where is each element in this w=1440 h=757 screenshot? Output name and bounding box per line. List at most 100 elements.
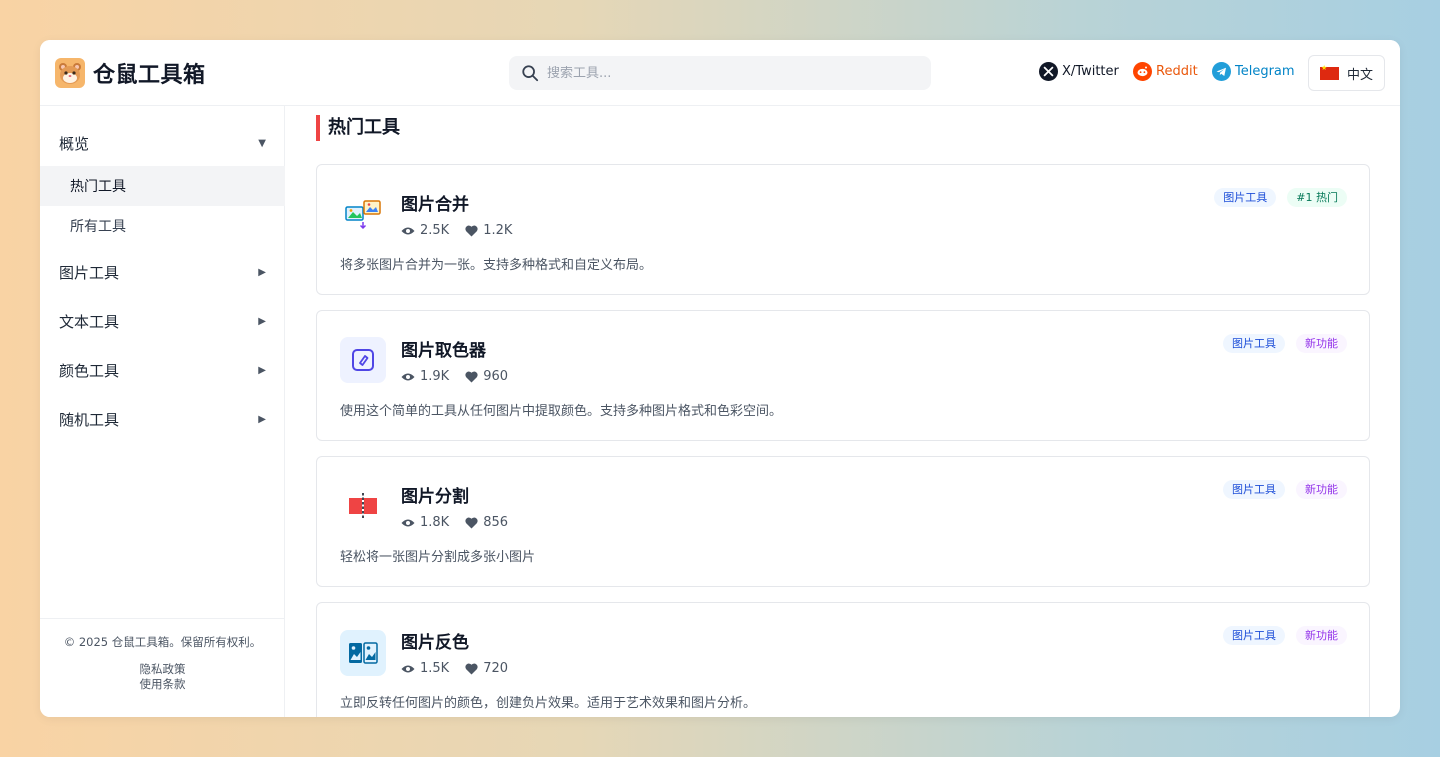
telegram-label: Telegram	[1235, 64, 1295, 79]
new-feature-badge: 新功能	[1296, 334, 1347, 353]
search-icon	[522, 65, 539, 82]
sidebar-item-hot-tools[interactable]: 热门工具	[40, 166, 285, 206]
search-bar	[509, 56, 931, 90]
sidebar-item-label: 随机工具	[59, 410, 120, 429]
tool-description: 使用这个简单的工具从任何图片中提取颜色。支持多种图片格式和色彩空间。	[340, 404, 783, 419]
search-input[interactable]	[547, 65, 907, 81]
heart-icon	[465, 517, 478, 528]
category-tag[interactable]: 图片工具	[1214, 188, 1277, 207]
tool-card-image-invert[interactable]: 图片反色 1.5K 720 立即反转任何图片的颜色，创建负片效果。适用于艺术效果…	[316, 602, 1370, 717]
sidebar-footer: © 2025 仓鼠工具箱。保留所有权利。 隐私政策 使用条款	[40, 618, 285, 692]
tool-title: 图片反色	[401, 633, 469, 653]
sidebar-item-image-tools[interactable]: 图片工具 ▶	[40, 252, 285, 292]
china-flag-icon	[1319, 64, 1339, 80]
views-stat: 2.5K	[401, 223, 449, 238]
reddit-label: Reddit	[1156, 64, 1198, 79]
tool-title: 图片分割	[401, 487, 469, 507]
tool-title: 图片合并	[401, 195, 469, 215]
tool-card-color-picker[interactable]: 图片取色器 1.9K 960 使用这个简单的工具从任何图片中提取颜色。支持多种图…	[316, 310, 1370, 441]
caret-right-icon: ▶	[258, 364, 266, 376]
heart-icon	[465, 663, 478, 674]
likes-stat: 856	[465, 515, 508, 530]
sidebar-item-overview[interactable]: 概览 ▼	[40, 123, 285, 163]
section-title: 热门工具	[316, 115, 400, 141]
heart-icon	[465, 225, 478, 236]
views-stat: 1.8K	[401, 515, 449, 530]
eye-icon	[401, 519, 415, 526]
likes-count: 960	[483, 369, 509, 384]
sidebar-item-random-tools[interactable]: 随机工具 ▶	[40, 399, 285, 439]
terms-link[interactable]: 使用条款	[40, 677, 285, 692]
app-window: 仓鼠工具箱 X/Twitter Reddit Telegram	[40, 40, 1400, 717]
header: 仓鼠工具箱 X/Twitter Reddit Telegram	[40, 40, 1400, 106]
sidebar-item-label: 文本工具	[59, 312, 120, 331]
tool-tags: 图片工具 新功能	[1212, 334, 1347, 353]
tool-stats: 1.9K 960	[401, 369, 524, 384]
likes-count: 856	[483, 515, 509, 530]
image-invert-icon	[340, 630, 386, 676]
views-count: 1.9K	[420, 369, 450, 384]
logo[interactable]: 仓鼠工具箱	[55, 57, 206, 89]
likes-count: 720	[483, 661, 509, 676]
category-tag[interactable]: 图片工具	[1223, 334, 1285, 353]
app-title: 仓鼠工具箱	[93, 63, 206, 88]
tool-card-image-split[interactable]: 图片分割 1.8K 856 轻松将一张图片分割成多张小图片 图片工具 新功能	[316, 456, 1370, 587]
caret-right-icon: ▶	[258, 315, 266, 327]
sidebar-item-color-tools[interactable]: 颜色工具 ▶	[40, 350, 285, 390]
tool-card-image-merge[interactable]: 图片合并 2.5K 1.2K 将多张图片合并为一张。支持多种格式和自定义布局。 …	[316, 164, 1370, 295]
views-stat: 1.5K	[401, 661, 449, 676]
tool-description: 轻松将一张图片分割成多张小图片	[340, 550, 536, 565]
privacy-link[interactable]: 隐私政策	[40, 662, 285, 677]
caret-right-icon: ▶	[258, 266, 266, 278]
views-count: 1.8K	[420, 515, 450, 530]
tool-description: 立即反转任何图片的颜色，创建负片效果。适用于艺术效果和图片分析。	[340, 696, 757, 711]
heart-icon	[465, 371, 478, 382]
views-count: 2.5K	[420, 223, 450, 238]
telegram-icon	[1212, 62, 1231, 81]
telegram-link[interactable]: Telegram	[1212, 62, 1295, 81]
new-feature-badge: 新功能	[1296, 480, 1347, 499]
category-tag[interactable]: 图片工具	[1223, 626, 1285, 645]
likes-stat: 1.2K	[465, 223, 512, 238]
tool-stats: 2.5K 1.2K	[401, 223, 528, 238]
reddit-icon	[1133, 62, 1152, 81]
sidebar-item-label: 颜色工具	[59, 361, 120, 380]
hamster-icon	[55, 58, 85, 88]
tool-tags: 图片工具 #1 热门	[1203, 188, 1347, 207]
tool-title: 图片取色器	[401, 341, 486, 361]
image-merge-icon	[340, 191, 386, 237]
category-tag[interactable]: 图片工具	[1223, 480, 1285, 499]
eye-icon	[401, 227, 415, 234]
caret-down-icon: ▼	[258, 137, 266, 149]
hot-rank-badge: #1 热门	[1287, 188, 1347, 207]
eye-icon	[401, 665, 415, 672]
tool-stats: 1.8K 856	[401, 515, 524, 530]
eye-icon	[401, 373, 415, 380]
new-feature-badge: 新功能	[1296, 626, 1347, 645]
x-icon	[1039, 62, 1058, 81]
sidebar-item-all-tools[interactable]: 所有工具	[40, 206, 285, 246]
likes-stat: 960	[465, 369, 508, 384]
language-label: 中文	[1346, 67, 1373, 83]
sidebar: 概览 ▼ 热门工具 所有工具 图片工具 ▶ 文本工具 ▶ 颜色工具 ▶ 随机工具…	[40, 106, 285, 717]
likes-count: 1.2K	[483, 223, 513, 238]
copyright: © 2025 仓鼠工具箱。保留所有权利。	[63, 635, 262, 649]
sidebar-item-label: 所有工具	[70, 219, 126, 235]
sidebar-item-label: 概览	[59, 134, 90, 153]
reddit-link[interactable]: Reddit	[1133, 62, 1198, 81]
sidebar-item-label: 图片工具	[59, 263, 120, 282]
sidebar-item-label: 热门工具	[70, 179, 126, 195]
sidebar-item-text-tools[interactable]: 文本工具 ▶	[40, 301, 285, 341]
image-split-icon	[340, 483, 386, 529]
tool-tags: 图片工具 新功能	[1212, 480, 1347, 499]
twitter-link[interactable]: X/Twitter	[1039, 62, 1119, 81]
language-button[interactable]: 中文	[1308, 55, 1385, 91]
tool-description: 将多张图片合并为一张。支持多种格式和自定义布局。	[340, 258, 653, 273]
tool-stats: 1.5K 720	[401, 661, 524, 676]
likes-stat: 720	[465, 661, 508, 676]
main-content: 热门工具 图片合并 2.5K 1.2K 将多张图片合并为一张。支持多种格式和自定…	[286, 106, 1400, 717]
views-stat: 1.9K	[401, 369, 449, 384]
caret-right-icon: ▶	[258, 413, 266, 425]
twitter-label: X/Twitter	[1062, 64, 1119, 79]
views-count: 1.5K	[420, 661, 450, 676]
